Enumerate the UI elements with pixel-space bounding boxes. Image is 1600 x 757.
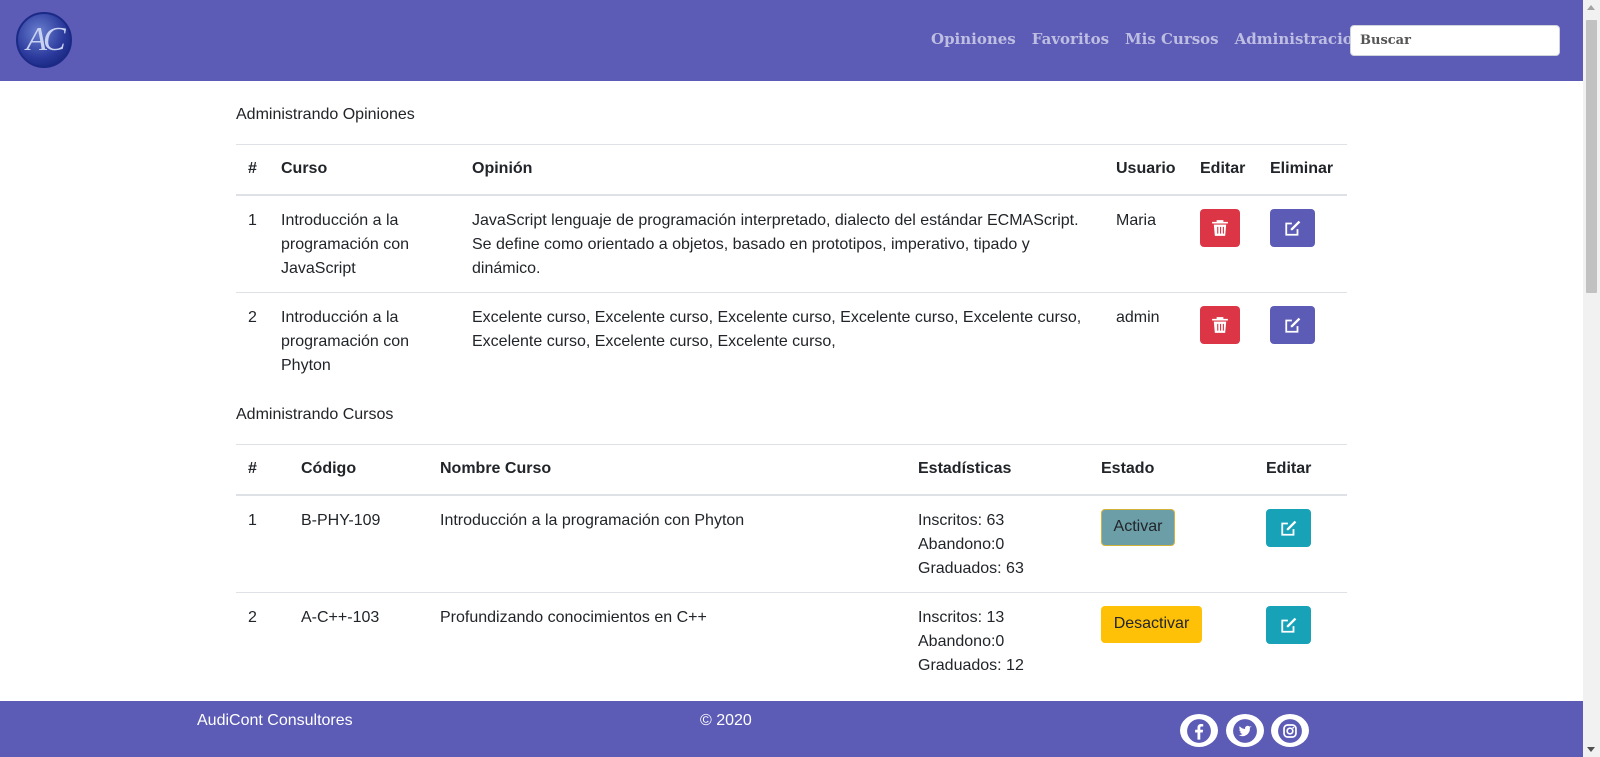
cell-estado: Desactivar [1089, 591, 1254, 689]
delete-button[interactable] [1200, 208, 1240, 247]
row-stats: Inscritos: 63 Abandono:0 Graduados: 63 [906, 495, 1089, 593]
footer-brand: AudiCont Consultores [197, 712, 353, 729]
scroll-thumb[interactable] [1586, 20, 1597, 293]
activate-button[interactable]: Activar [1101, 508, 1175, 546]
col-header-num: # [236, 444, 289, 496]
courses-table: # Código Nombre Curso Estadísticas Estad… [236, 444, 1347, 689]
nav-link-mis-cursos[interactable]: Mis Cursos [1125, 30, 1219, 48]
row-num: 2 [236, 291, 269, 389]
row-nombre: Introducción a la programación con Phyto… [440, 511, 745, 529]
instagram-glyph [1278, 718, 1302, 743]
opinions-header-row: # Curso Opinión Usuario Editar Eliminar [236, 144, 1347, 196]
col-header-eliminar: Eliminar [1258, 144, 1347, 196]
row-stats: Inscritos: 13 Abandono:0 Graduados: 12 [906, 591, 1089, 689]
row-curso: Introducción a la programación con Phyto… [269, 291, 460, 389]
col-header-estado: Estado [1089, 444, 1254, 496]
facebook-glyph [1187, 718, 1211, 743]
col-header-estadisticas: Estadísticas [906, 444, 1089, 496]
col-header-nombre: Nombre Curso [428, 444, 906, 496]
col-header-usuario: Usuario [1104, 144, 1188, 196]
facebook-icon[interactable] [1180, 714, 1218, 747]
cell-delete [1258, 291, 1347, 389]
edit-icon [1284, 317, 1300, 333]
row-codigo: A-C++-103 [289, 591, 428, 689]
row-opinion: Excelente curso, Excelente curso, Excele… [460, 291, 1104, 389]
col-header-opinion: Opinión [460, 144, 1104, 196]
cell-delete [1258, 195, 1347, 293]
delete-button[interactable] [1200, 305, 1240, 344]
twitter-glyph [1233, 718, 1257, 743]
courses-header-row: # Código Nombre Curso Estadísticas Estad… [236, 444, 1347, 496]
row-num: 2 [236, 591, 289, 689]
edit-icon [1280, 617, 1296, 633]
col-header-editar: Editar [1188, 144, 1258, 196]
edit-icon [1284, 220, 1300, 236]
cell-edit [1254, 591, 1347, 689]
edit-icon [1280, 520, 1296, 536]
edit-course-button[interactable] [1266, 605, 1311, 644]
stat-inscritos: Inscritos: 63 [918, 511, 1005, 529]
cell-edit [1188, 195, 1258, 293]
row-opinion: JavaScript lenguaje de programación inte… [472, 211, 1079, 277]
table-row: 1 Introducción a la programación con Jav… [236, 195, 1347, 293]
cell-edit [1188, 291, 1258, 389]
stat-graduados: Graduados: 12 [918, 656, 1024, 674]
col-header-num: # [236, 144, 269, 196]
col-header-curso: Curso [269, 144, 460, 196]
col-header-codigo: Código [289, 444, 428, 496]
table-row: 1 B-PHY-109 Introducción a la programaci… [236, 495, 1347, 593]
trash-icon [1212, 316, 1228, 333]
row-codigo: B-PHY-109 [301, 511, 381, 529]
stat-abandono: Abandono:0 [918, 632, 1005, 650]
twitter-icon[interactable] [1226, 714, 1264, 747]
row-num: 1 [248, 511, 257, 529]
table-row: 2 A-C++-103 Profundizando conocimientos … [236, 591, 1347, 689]
logo-text: AC [26, 21, 65, 58]
scroll-down-arrow-icon[interactable] [1587, 747, 1595, 752]
trash-icon [1212, 219, 1228, 236]
row-usuario: Maria [1116, 211, 1157, 229]
scroll-up-arrow-icon[interactable] [1587, 5, 1595, 10]
nav-link-administracion[interactable]: Administracion [1235, 30, 1364, 48]
nav-link-favoritos[interactable]: Favoritos [1032, 30, 1109, 48]
opinions-section-title: Administrando Opiniones [236, 106, 415, 123]
edit-course-button[interactable] [1266, 508, 1311, 547]
row-usuario: admin [1104, 291, 1188, 389]
instagram-icon[interactable] [1271, 714, 1309, 747]
deactivate-button[interactable]: Desactivar [1101, 605, 1202, 643]
row-nombre: Profundizando conocimientos en C++ [428, 591, 906, 689]
courses-section-title: Administrando Cursos [236, 406, 394, 423]
nav-links: Opiniones Favoritos Mis Cursos Administr… [931, 30, 1364, 48]
table-row: 2 Introducción a la programación con Phy… [236, 291, 1347, 389]
row-num: 1 [248, 211, 257, 229]
navbar: AC Opiniones Favoritos Mis Cursos Admini… [0, 0, 1583, 81]
cell-estado: Activar [1089, 495, 1254, 593]
footer: AudiCont Consultores © 2020 [0, 701, 1583, 757]
search-input[interactable] [1350, 25, 1560, 56]
stat-graduados: Graduados: 63 [918, 559, 1024, 577]
stat-abandono: Abandono:0 [918, 535, 1005, 553]
opinions-table: # Curso Opinión Usuario Editar Eliminar … [236, 144, 1347, 389]
cell-edit [1254, 495, 1347, 593]
col-header-editar: Editar [1254, 444, 1347, 496]
edit-button[interactable] [1270, 208, 1315, 247]
brand-logo[interactable]: AC [16, 12, 72, 68]
nav-link-opiniones[interactable]: Opiniones [931, 30, 1016, 48]
footer-copyright: © 2020 [700, 712, 752, 729]
edit-button[interactable] [1270, 305, 1315, 344]
row-curso: Introducción a la programación con JavaS… [281, 211, 410, 277]
stat-inscritos: Inscritos: 13 [918, 608, 1005, 626]
vertical-scrollbar[interactable] [1583, 0, 1600, 757]
